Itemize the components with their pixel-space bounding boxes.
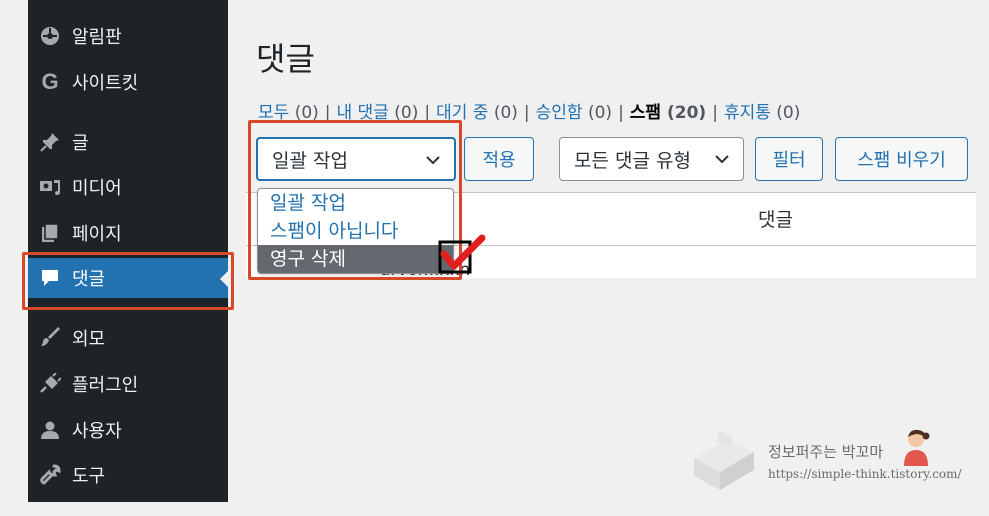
admin-sidebar: 알림판 G 사이트킷 글 미디어 페이지 댓글 외모 플러그인 사용자 도구 [28, 0, 228, 502]
watermark-avatar-icon [904, 429, 930, 466]
sidebar-item-plugins[interactable]: 플러그인 [28, 364, 228, 404]
filter-approved[interactable]: 승인함 (0) [536, 103, 612, 123]
sidebar-item-posts[interactable]: 글 [28, 122, 228, 162]
sidebar-item-label: 플러그인 [72, 375, 139, 396]
sidebar-item-label: 페이지 [72, 224, 122, 245]
watermark-title: 정보퍼주는 박꼬마 [768, 443, 884, 461]
filter-spam[interactable]: 스팸 (20) [630, 103, 706, 123]
sidebar-item-label: 외모 [72, 329, 106, 350]
comment-type-value: 모든 댓글 유형 [574, 149, 691, 172]
filter-trash[interactable]: 휴지통 (0) [724, 103, 800, 123]
checkmark-icon [438, 234, 486, 274]
wrench-icon [28, 464, 72, 486]
page-title: 댓글 [256, 40, 315, 78]
sidebar-item-media[interactable]: 미디어 [28, 167, 228, 207]
media-icon [28, 176, 72, 198]
comments-menu-highlight [22, 252, 234, 310]
dashboard-icon [28, 25, 72, 47]
brush-icon [28, 327, 72, 349]
sidebar-item-users[interactable]: 사용자 [28, 410, 228, 450]
user-icon [28, 419, 72, 441]
sidebar-item-pages[interactable]: 페이지 [28, 213, 228, 253]
sidebar-item-label: 글 [72, 133, 89, 154]
watermark-logo-icon [694, 430, 754, 490]
sidebar-item-label: 사이트킷 [72, 73, 139, 94]
apply-button[interactable]: 적용 [464, 137, 534, 181]
plugin-icon [28, 373, 72, 395]
page-icon [28, 222, 72, 244]
column-comment[interactable]: 댓글 [758, 205, 793, 232]
sidebar-item-tools[interactable]: 도구 [28, 455, 228, 495]
sidebar-item-label: 사용자 [72, 421, 122, 442]
watermark-url: https://simple-think.tistory.com/ [768, 467, 962, 481]
sidebar-item-dashboard[interactable]: 알림판 [28, 16, 228, 56]
filter-button[interactable]: 필터 [755, 137, 823, 181]
chevron-down-icon [713, 150, 731, 173]
sidebar-item-sitekit[interactable]: G 사이트킷 [28, 62, 228, 102]
empty-spam-button[interactable]: 스팸 비우기 [835, 137, 968, 181]
g-icon: G [41, 69, 59, 94]
dropdown-highlight-box [248, 120, 462, 280]
sidebar-item-label: 알림판 [72, 27, 122, 48]
comment-type-select[interactable]: 모든 댓글 유형 [559, 137, 744, 181]
sidebar-item-label: 도구 [72, 466, 106, 487]
sidebar-item-label: 미디어 [72, 178, 122, 199]
sidebar-item-appearance[interactable]: 외모 [28, 318, 228, 358]
pin-icon [28, 131, 72, 153]
